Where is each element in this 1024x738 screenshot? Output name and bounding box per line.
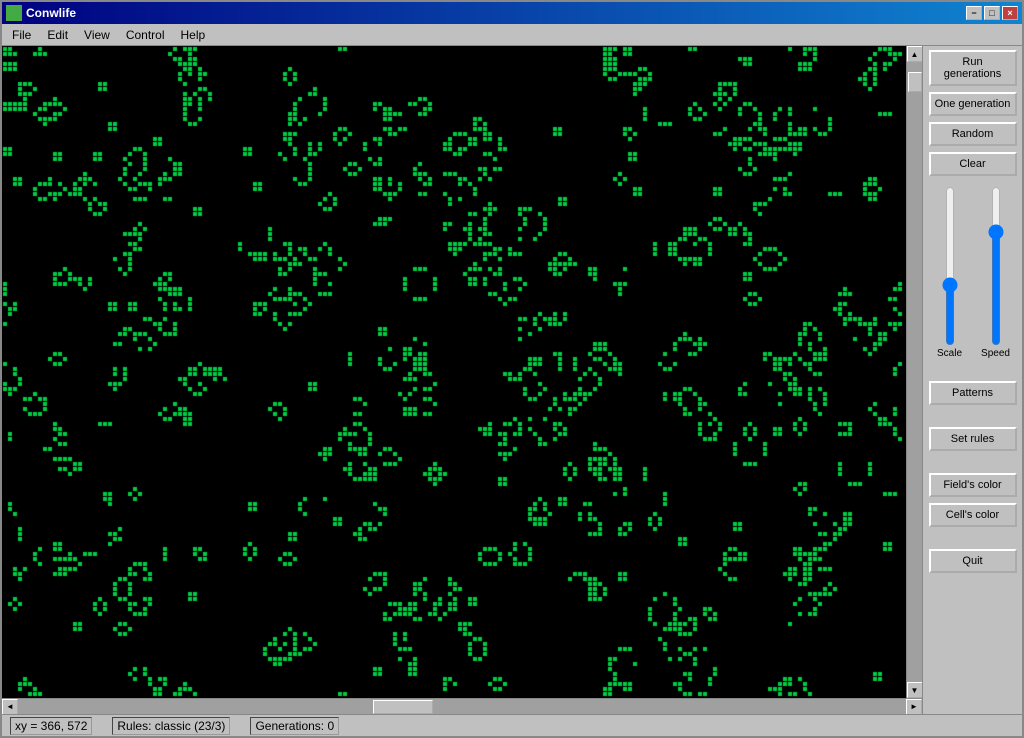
title-bar: Conwlife − □ ×: [2, 2, 1022, 24]
window-controls: − □ ×: [966, 6, 1018, 20]
window-title: Conwlife: [26, 6, 76, 20]
life-canvas[interactable]: [2, 46, 906, 698]
scroll-track-right[interactable]: [907, 62, 923, 682]
scroll-thumb-right[interactable]: [908, 72, 922, 92]
cells-color-button[interactable]: Cell's color: [929, 503, 1017, 527]
rules-display: Rules: classic (23/3): [112, 717, 230, 735]
menu-help[interactable]: Help: [173, 26, 214, 44]
minimize-button[interactable]: −: [966, 6, 982, 20]
scale-label: Scale: [937, 348, 962, 359]
game-canvas[interactable]: [2, 46, 906, 698]
scrollbar-bottom: ◄ ►: [2, 698, 922, 714]
generations-display: Generations: 0: [250, 717, 339, 735]
menu-file[interactable]: File: [4, 26, 39, 44]
scroll-track-bottom[interactable]: [18, 699, 906, 715]
menu-control[interactable]: Control: [118, 26, 173, 44]
menu-bar: File Edit View Control Help: [2, 24, 1022, 46]
fields-color-button[interactable]: Field's color: [929, 473, 1017, 497]
restore-button[interactable]: □: [984, 6, 1000, 20]
menu-edit[interactable]: Edit: [39, 26, 76, 44]
sliders-container: Scale Speed: [929, 186, 1017, 359]
scroll-left-button[interactable]: ◄: [2, 699, 18, 715]
menu-view[interactable]: View: [76, 26, 118, 44]
scale-slider-wrapper: Scale: [929, 186, 971, 359]
clear-button[interactable]: Clear: [929, 152, 1017, 176]
quit-button[interactable]: Quit: [929, 549, 1017, 573]
main-content: ▲ ▼ ◄ ► Run generations One generation: [2, 46, 1022, 714]
canvas-area: ▲ ▼ ◄ ►: [2, 46, 922, 714]
coordinates-display: xy = 366, 572: [10, 717, 92, 735]
status-bar: xy = 366, 572 Rules: classic (23/3) Gene…: [2, 714, 1022, 736]
run-generations-button[interactable]: Run generations: [929, 50, 1017, 86]
scroll-thumb-bottom[interactable]: [373, 700, 433, 714]
canvas-with-scroll: ▲ ▼: [2, 46, 922, 698]
sidebar: Run generations One generation Random Cl…: [922, 46, 1022, 714]
main-window: Conwlife − □ × File Edit View Control He…: [0, 0, 1024, 738]
speed-slider[interactable]: [985, 186, 1007, 346]
scroll-right-button[interactable]: ►: [906, 699, 922, 715]
one-generation-button[interactable]: One generation: [929, 92, 1017, 116]
speed-label: Speed: [981, 348, 1010, 359]
speed-slider-wrapper: Speed: [975, 186, 1017, 359]
app-icon: [6, 5, 22, 21]
scale-slider[interactable]: [939, 186, 961, 346]
close-button[interactable]: ×: [1002, 6, 1018, 20]
random-button[interactable]: Random: [929, 122, 1017, 146]
patterns-button[interactable]: Patterns: [929, 381, 1017, 405]
scroll-down-button[interactable]: ▼: [907, 682, 923, 698]
scrollbar-right: ▲ ▼: [906, 46, 922, 698]
scroll-up-button[interactable]: ▲: [907, 46, 923, 62]
set-rules-button[interactable]: Set rules: [929, 427, 1017, 451]
